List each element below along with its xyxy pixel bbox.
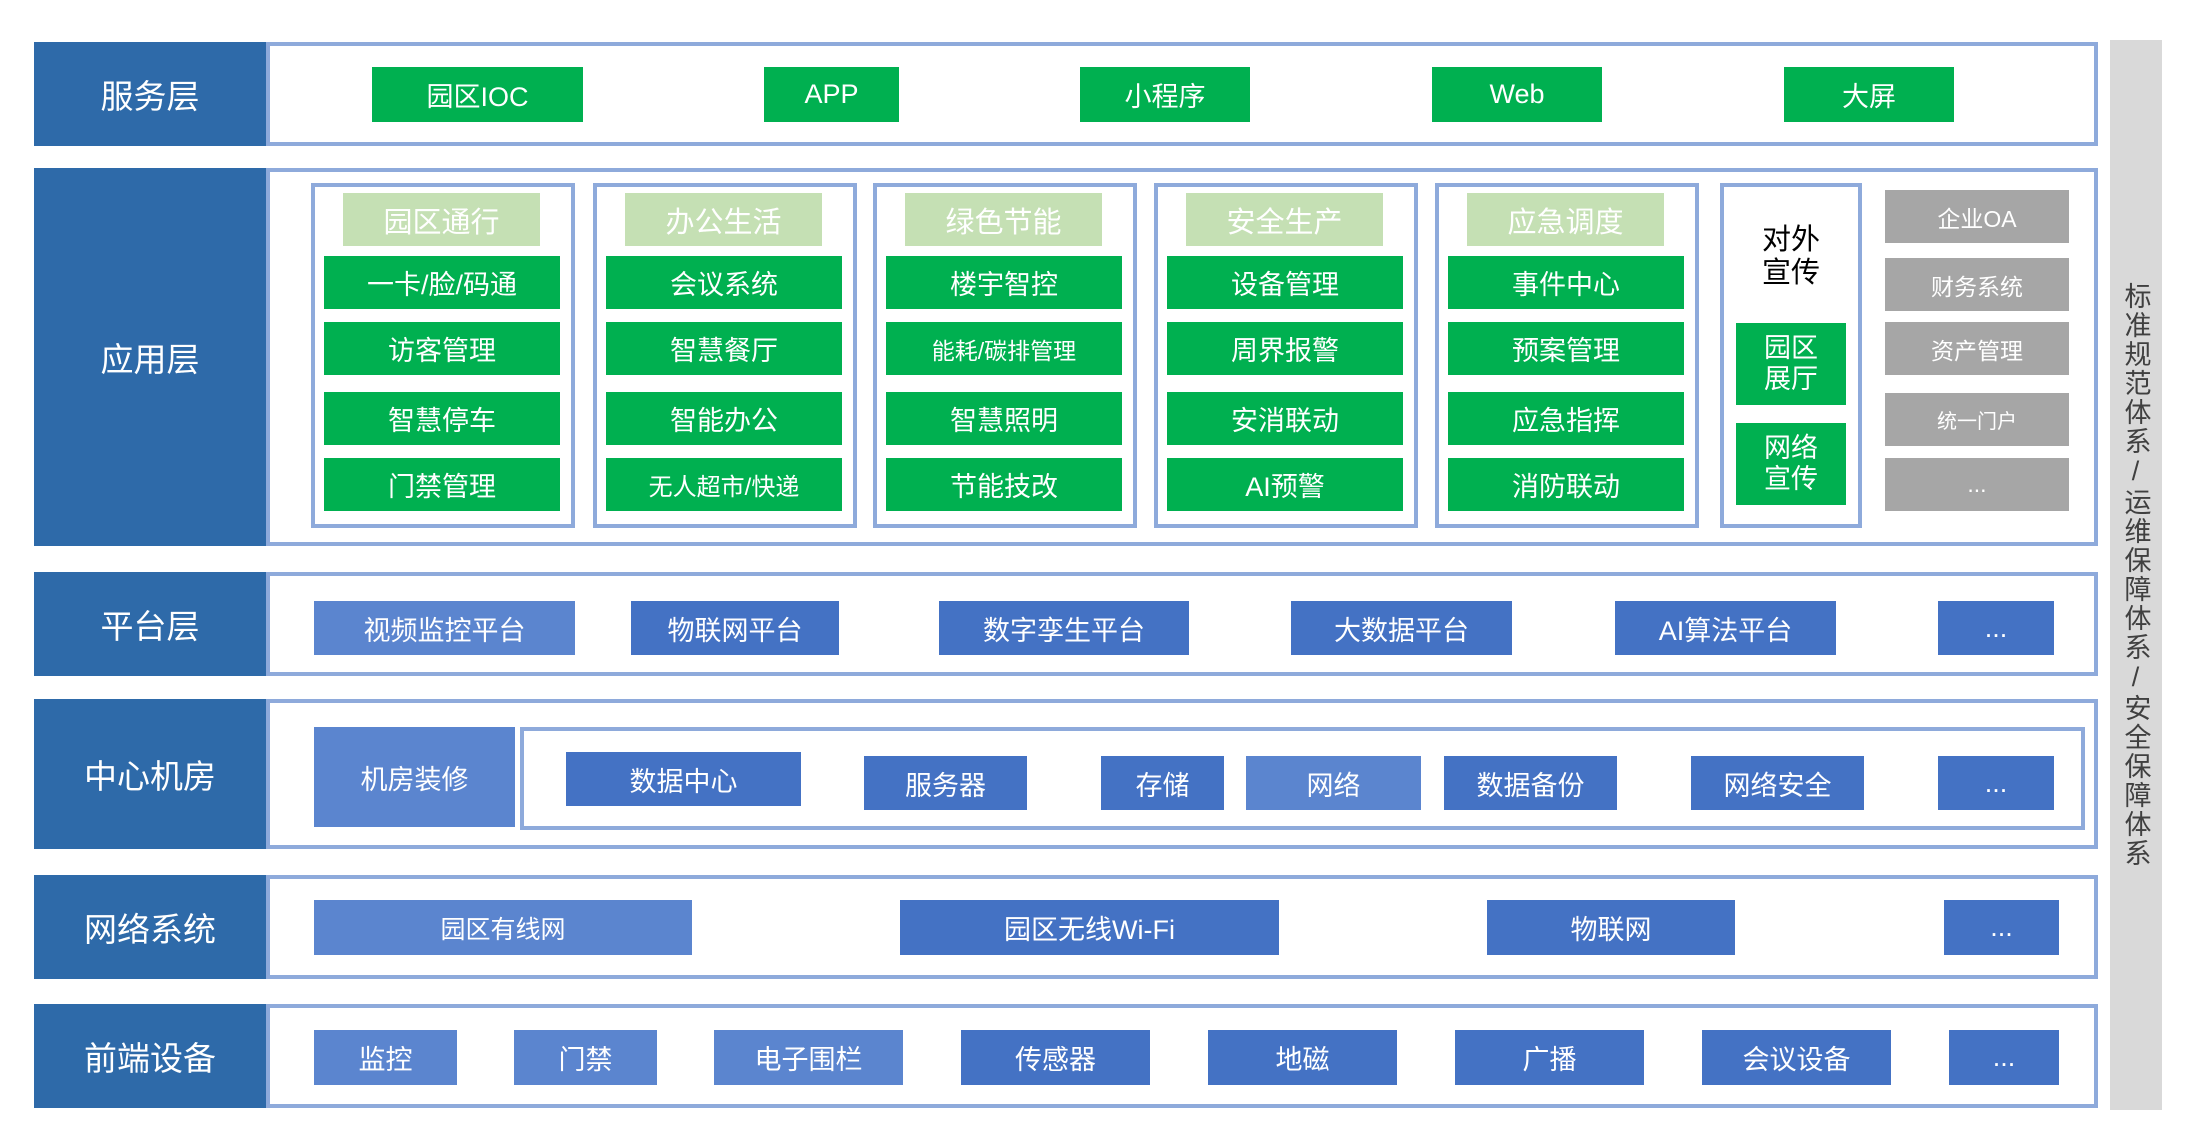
app-item: 访客管理: [324, 322, 560, 375]
frontend-item: 会议设备: [1702, 1030, 1891, 1085]
app-item: 门禁管理: [324, 458, 560, 511]
app-item: 消防联动: [1448, 458, 1684, 511]
publicity-title-text: 对外宣传: [1761, 223, 1820, 289]
app-column-title: 安全生产: [1186, 193, 1383, 246]
network-item: 园区无线Wi-Fi: [900, 900, 1279, 955]
datacenter-item: 数据中心: [566, 752, 801, 806]
app-column-title: 绿色节能: [905, 193, 1102, 246]
side-band: 标准规范体系/运维保障体系/安全保障体系: [2110, 40, 2162, 1110]
frontend-item: 传感器: [961, 1030, 1150, 1085]
network-item: 物联网: [1487, 900, 1735, 955]
enterprise-item: 统一门户: [1885, 393, 2069, 446]
frontend-item: 地磁: [1208, 1030, 1397, 1085]
platform-item: 大数据平台: [1291, 601, 1512, 655]
app-item: 能耗/碳排管理: [886, 322, 1122, 375]
app-item: AI预警: [1167, 458, 1403, 511]
app-item: 楼宇智控: [886, 256, 1122, 309]
app-item: 设备管理: [1167, 256, 1403, 309]
side-band-label: 标准规范体系/运维保障体系/安全保障体系: [2120, 282, 2151, 868]
enterprise-item: 资产管理: [1885, 322, 2069, 375]
app-item: 预案管理: [1448, 322, 1684, 375]
platform-item: 物联网平台: [631, 601, 839, 655]
app-item: 智慧停车: [324, 392, 560, 445]
publicity-item: 网络宣传: [1736, 423, 1846, 505]
app-item: 会议系统: [606, 256, 842, 309]
app-item: 无人超市/快递: [606, 458, 842, 511]
datacenter-item: ...: [1938, 756, 2054, 810]
layer-label-frontend: 前端设备: [34, 1004, 266, 1108]
publicity-item-text: 园区展厅: [1764, 332, 1818, 394]
app-column-title: 应急调度: [1467, 193, 1664, 246]
datacenter-item: 网络安全: [1691, 756, 1864, 810]
datacenter-item: 数据备份: [1444, 756, 1617, 810]
enterprise-item: ...: [1885, 458, 2069, 511]
app-item: 应急指挥: [1448, 392, 1684, 445]
platform-item: ...: [1938, 601, 2054, 655]
app-item: 节能技改: [886, 458, 1122, 511]
app-column-title: 园区通行: [343, 193, 540, 246]
datacenter-item: 网络: [1246, 756, 1421, 810]
network-item: 园区有线网: [314, 900, 692, 955]
datacenter-item: 存储: [1101, 756, 1224, 810]
app-item: 周界报警: [1167, 322, 1403, 375]
frontend-item: 广播: [1455, 1030, 1644, 1085]
network-item: ...: [1944, 900, 2059, 955]
layer-label-service: 服务层: [34, 42, 266, 146]
layer-label-application: 应用层: [34, 168, 266, 546]
app-item: 事件中心: [1448, 256, 1684, 309]
publicity-item-text: 网络宣传: [1764, 432, 1818, 494]
publicity-item: 园区展厅: [1736, 323, 1846, 405]
service-item-bigscreen: 大屏: [1784, 67, 1954, 122]
enterprise-item: 财务系统: [1885, 258, 2069, 311]
enterprise-item: 企业OA: [1885, 190, 2069, 243]
app-item: 智慧餐厅: [606, 322, 842, 375]
service-item-miniprogram: 小程序: [1080, 67, 1250, 122]
publicity-title: 对外宣传: [1728, 222, 1854, 292]
service-item-app: APP: [764, 67, 899, 122]
app-item: 智慧照明: [886, 392, 1122, 445]
app-column-title: 办公生活: [625, 193, 822, 246]
frontend-item: 电子围栏: [714, 1030, 903, 1085]
platform-item: 视频监控平台: [314, 601, 575, 655]
service-item-ioc: 园区IOC: [372, 67, 583, 122]
app-item: 智能办公: [606, 392, 842, 445]
app-item: 一卡/脸/码通: [324, 256, 560, 309]
layer-label-datacenter: 中心机房: [34, 699, 266, 849]
frontend-item: 门禁: [514, 1030, 657, 1085]
datacenter-item: 服务器: [864, 756, 1027, 810]
layer-label-platform: 平台层: [34, 572, 266, 676]
service-item-web: Web: [1432, 67, 1602, 122]
platform-item: 数字孪生平台: [939, 601, 1189, 655]
frontend-item: ...: [1949, 1030, 2059, 1085]
layer-label-network: 网络系统: [34, 875, 266, 979]
frontend-item: 监控: [314, 1030, 457, 1085]
platform-item: AI算法平台: [1615, 601, 1836, 655]
app-item: 安消联动: [1167, 392, 1403, 445]
datacenter-decoration: 机房装修: [314, 727, 515, 827]
